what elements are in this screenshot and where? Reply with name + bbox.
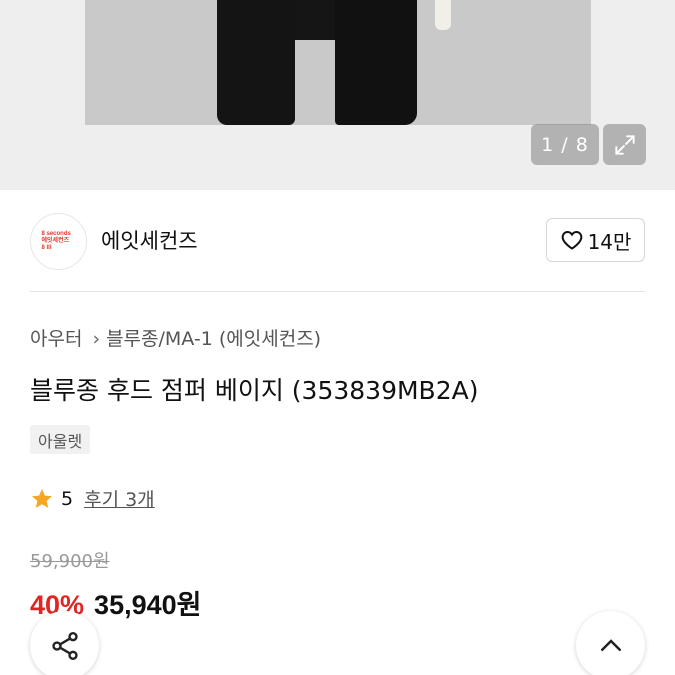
review-link[interactable]: 후기 3개 xyxy=(84,485,155,512)
product-photo xyxy=(85,0,591,125)
chevron-right-icon: › xyxy=(92,328,101,350)
sale-price: 35,940원 xyxy=(94,590,202,620)
outlet-badge: 아울렛 xyxy=(30,425,91,454)
rating-score: 5 xyxy=(61,487,74,510)
share-icon xyxy=(51,631,78,660)
share-button[interactable] xyxy=(30,611,99,675)
chevron-up-icon xyxy=(600,638,621,651)
divider xyxy=(30,291,645,292)
expand-icon xyxy=(614,134,635,155)
rating: 5 후기 3개 xyxy=(30,485,155,512)
star-icon xyxy=(32,488,52,508)
breadcrumb-parent[interactable]: 아우터 xyxy=(30,328,82,350)
product-image-gallery[interactable]: 1 / 8 xyxy=(0,0,675,190)
breadcrumb-child[interactable]: 블루종/MA-1 (에잇세컨즈) xyxy=(106,328,321,350)
brand-logo[interactable]: 8 seconds 에잇세컨즈 8 III xyxy=(30,213,87,270)
original-price: 59,900원 xyxy=(30,551,110,572)
expand-button[interactable] xyxy=(603,124,646,165)
breadcrumb: 아우터 › 블루종/MA-1 (에잇세컨즈) xyxy=(30,324,321,351)
image-counter: 1 / 8 xyxy=(531,124,599,165)
heart-icon xyxy=(561,230,582,250)
brand-name[interactable]: 에잇세컨즈 xyxy=(101,225,198,255)
like-count: 14만 xyxy=(587,229,632,254)
scroll-top-button[interactable] xyxy=(576,611,645,675)
like-button[interactable]: 14만 xyxy=(546,218,645,262)
product-title: 블루종 후드 점퍼 베이지 (353839MB2A) xyxy=(30,376,479,405)
